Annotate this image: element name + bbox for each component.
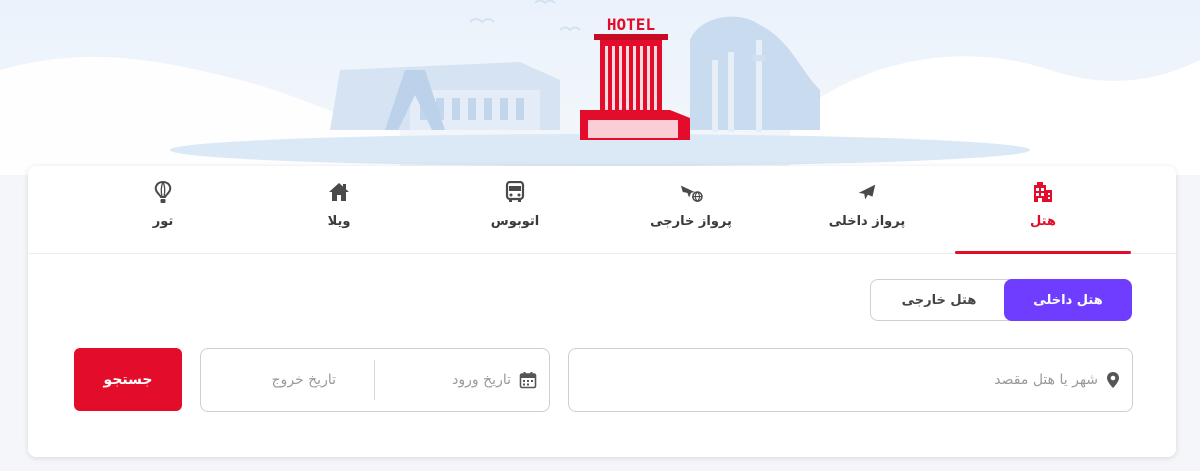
- tab-domestic-flight[interactable]: پرواز داخلی: [779, 166, 955, 254]
- date-range-input: تاریخ ورود تاریخ خروج: [200, 348, 550, 412]
- calendar-icon: [519, 371, 537, 389]
- checkout-placeholder: تاریخ خروج: [271, 372, 336, 388]
- tab-label: ویلا: [327, 214, 351, 229]
- toggle-domestic-hotel[interactable]: هتل داخلی: [1004, 279, 1132, 321]
- tab-label: هتل: [1030, 214, 1056, 229]
- checkin-placeholder: تاریخ ورود: [452, 372, 511, 388]
- tab-label: پرواز داخلی: [828, 214, 906, 229]
- tab-label: اتوبوس: [490, 214, 540, 229]
- checkout-date-field[interactable]: تاریخ خروج: [201, 349, 374, 411]
- checkin-date-field[interactable]: تاریخ ورود: [374, 360, 549, 400]
- hotel-building-icon: [1031, 180, 1055, 204]
- tab-bus[interactable]: اتوبوس: [427, 166, 603, 254]
- tab-label: تور: [152, 214, 174, 229]
- hero-illustration: HOTEL: [0, 0, 1200, 175]
- tab-international-flight[interactable]: پرواز خارجی: [603, 166, 779, 254]
- bus-icon: [503, 180, 527, 204]
- location-pin-icon: [1106, 371, 1120, 389]
- airplane-icon: [855, 180, 879, 204]
- destination-placeholder: شهر یا هتل مقصد: [994, 372, 1098, 388]
- search-card: هتل پرواز داخلی پرواز خارجی اتوبوس ویلا …: [28, 166, 1176, 457]
- hotel-sign: HOTEL: [606, 14, 656, 34]
- skyline-illustration: [0, 0, 1200, 175]
- airplane-globe-icon: [679, 180, 703, 204]
- destination-input[interactable]: شهر یا هتل مقصد: [568, 348, 1133, 412]
- tab-hotel[interactable]: هتل: [955, 166, 1131, 254]
- tab-label: پرواز خارجی: [650, 214, 732, 229]
- service-tabs: هتل پرواز داخلی پرواز خارجی اتوبوس ویلا …: [28, 166, 1176, 254]
- tab-tour[interactable]: تور: [75, 166, 251, 254]
- hotel-type-toggle: هتل داخلی هتل خارجی: [870, 279, 1132, 321]
- house-icon: [327, 180, 351, 204]
- hot-air-balloon-icon: [151, 180, 175, 204]
- tab-villa[interactable]: ویلا: [251, 166, 427, 254]
- search-button[interactable]: جستجو: [74, 348, 182, 411]
- toggle-foreign-hotel[interactable]: هتل خارجی: [874, 280, 1004, 320]
